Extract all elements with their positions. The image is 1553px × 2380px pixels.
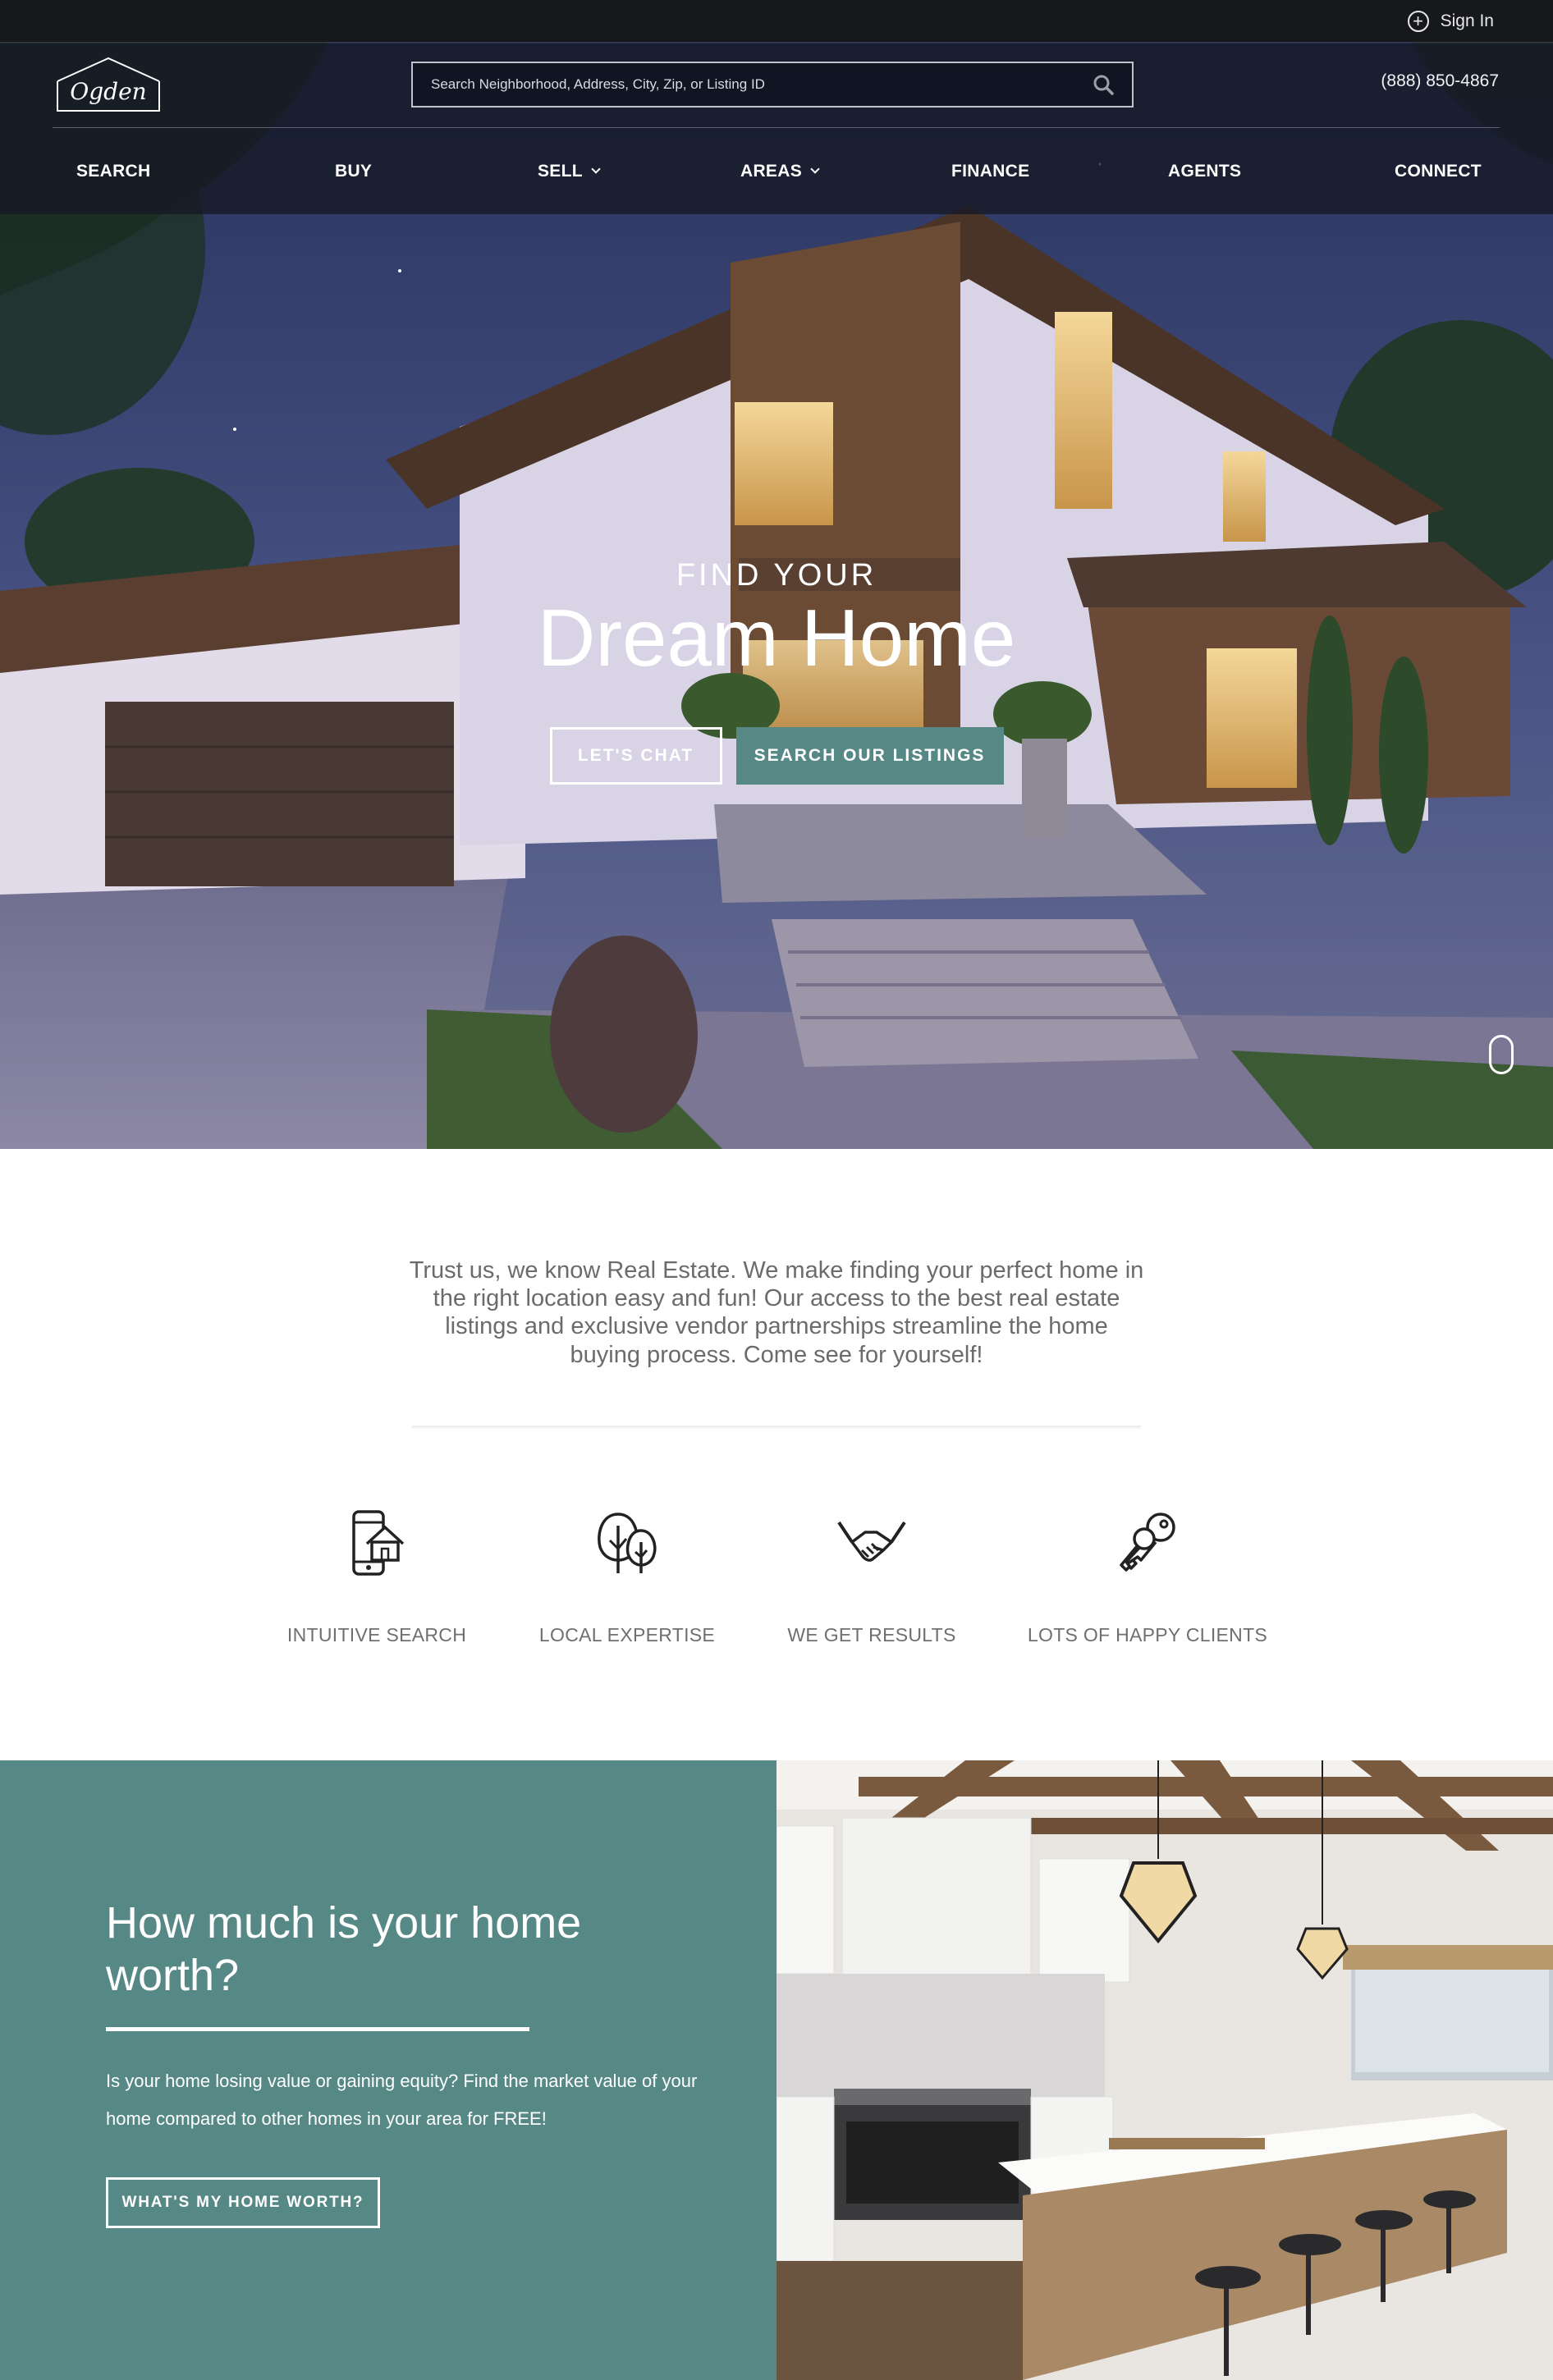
nav-label: AREAS <box>740 161 803 181</box>
site-header: Ogden (888) 850-4867 SEARCH BUY SELL <box>0 43 1553 214</box>
feature-label: LOCAL EXPERTISE <box>538 1624 716 1645</box>
top-bar: + Sign In <box>0 0 1553 43</box>
intro-section: Trust us, we know Real Estate. We make f… <box>0 1149 1553 1760</box>
sign-in-link[interactable]: + Sign In <box>1407 0 1494 43</box>
kitchen-illustration <box>776 1760 1553 2380</box>
feature-we-get-results: WE GET RESULTS <box>749 1506 995 1646</box>
search-bar <box>411 62 1134 108</box>
logo-text: Ogden <box>70 78 147 105</box>
hero-title: Dream Home <box>537 593 1016 683</box>
home-worth-button[interactable]: WHAT'S MY HOME WORTH? <box>106 2177 380 2228</box>
plus-circle-icon: + <box>1407 11 1429 32</box>
search-icon <box>1093 75 1114 95</box>
keys-icon <box>1120 1513 1175 1572</box>
nav-label: SELL <box>538 161 583 181</box>
nav-item-agents[interactable]: AGENTS <box>1168 128 1241 214</box>
intro-divider <box>412 1426 1141 1429</box>
home-worth-title: How much is your home worth? <box>106 1898 582 2000</box>
home-worth-section: How much is your home worth? Is your hom… <box>0 1760 776 2380</box>
lets-chat-button[interactable]: LET'S CHAT <box>549 727 722 785</box>
nav-item-sell[interactable]: SELL <box>538 128 601 214</box>
home-worth-divider <box>106 2027 529 2031</box>
feature-intuitive-search: INTUITIVE SEARCH <box>254 1506 500 1646</box>
nav-item-connect[interactable]: CONNECT <box>1395 128 1482 214</box>
hero-heading: FIND YOUR Dream Home <box>0 558 1553 682</box>
hero-kicker: FIND YOUR <box>676 558 877 593</box>
hero-buttons: LET'S CHAT SEARCH OUR LISTINGS <box>0 727 1553 785</box>
nav-item-buy[interactable]: BUY <box>335 128 372 214</box>
site-logo[interactable]: Ogden <box>56 57 161 112</box>
chevron-down-icon <box>810 164 820 174</box>
nav-item-areas[interactable]: AREAS <box>740 128 820 214</box>
phone-house-icon <box>352 1510 405 1576</box>
feature-label: INTUITIVE SEARCH <box>286 1624 467 1645</box>
phone-number[interactable]: (888) 850-4867 <box>1381 71 1499 91</box>
intro-text: Trust us, we know Real Estate. We make f… <box>409 1257 1144 1368</box>
chevron-down-icon <box>591 164 601 174</box>
main-nav: SEARCH BUY SELL AREAS FINANCE AGENTS CON… <box>0 128 1553 214</box>
feature-local-expertise: LOCAL EXPERTISE <box>504 1506 750 1646</box>
scroll-indicator[interactable] <box>1489 1035 1514 1074</box>
search-input[interactable] <box>413 63 1074 106</box>
nav-label: SEARCH <box>76 161 151 181</box>
kitchen-image <box>776 1760 1553 2380</box>
nav-item-search[interactable]: SEARCH <box>76 128 150 214</box>
nav-label: CONNECT <box>1395 161 1482 181</box>
nav-item-finance[interactable]: FINANCE <box>951 128 1029 214</box>
nav-label: AGENTS <box>1168 161 1242 181</box>
nav-label: FINANCE <box>951 161 1030 181</box>
feature-happy-clients: LOTS OF HAPPY CLIENTS <box>1024 1506 1271 1646</box>
home-worth-text: Is your home losing value or gaining equ… <box>106 2071 698 2129</box>
feature-label: LOTS OF HAPPY CLIENTS <box>1027 1624 1268 1645</box>
search-listings-button[interactable]: SEARCH OUR LISTINGS <box>735 727 1004 785</box>
hero-section: + Sign In Ogden (888) 850-4867 <box>0 0 1553 1149</box>
feature-label: WE GET RESULTS <box>787 1624 956 1645</box>
sign-in-label: Sign In <box>1440 11 1494 30</box>
trees-icon <box>598 1513 657 1573</box>
search-button[interactable] <box>1074 63 1132 106</box>
handshake-icon <box>837 1521 906 1562</box>
nav-label: BUY <box>335 161 373 181</box>
